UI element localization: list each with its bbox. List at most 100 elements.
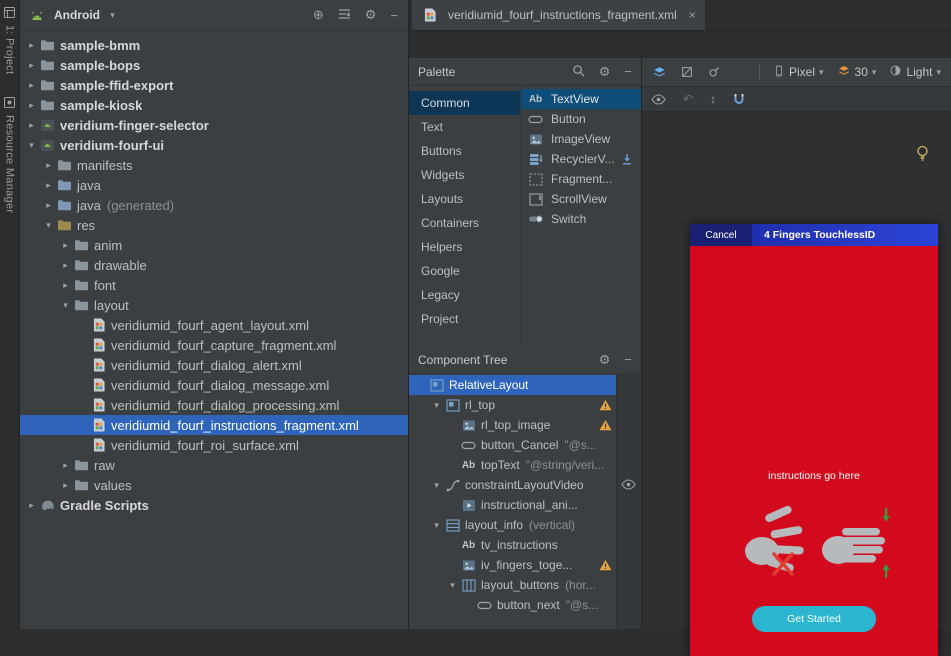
chevron-right-icon[interactable]: ▸ [58, 261, 73, 270]
color-picker-icon[interactable] [707, 65, 721, 79]
locate-file-icon[interactable]: ⊕ [313, 7, 324, 23]
chevron-right-icon[interactable]: ▸ [24, 121, 39, 130]
component-tv-instructions[interactable]: Abtv_instructions [409, 535, 617, 555]
chevron-down-icon[interactable]: ▾ [429, 481, 444, 490]
resource-manager-tool-button[interactable]: Resource Manager [0, 97, 19, 213]
hands-illustration[interactable] [734, 504, 894, 585]
chevron-right-icon[interactable]: ▸ [58, 481, 73, 490]
project-tree-item-veridiumid-fourf-roi-surface-xml[interactable]: veridiumid_fourf_roi_surface.xml [20, 435, 408, 455]
gear-icon[interactable]: ⚙ [599, 64, 611, 80]
project-tree-item-anim[interactable]: ▸anim [20, 235, 408, 255]
height-resize-icon[interactable]: ↕ [710, 92, 716, 106]
chevron-down-icon[interactable]: ▾ [58, 301, 73, 310]
preview-instructions-text[interactable]: instructions go here [690, 470, 938, 482]
blueprint-off-icon[interactable] [680, 65, 694, 79]
project-tree-item-veridium-finger-selector[interactable]: ▸veridium-finger-selector [20, 115, 408, 135]
project-view-selector[interactable]: Android [54, 8, 100, 22]
palette-item-fragment[interactable]: Fragment... [521, 169, 641, 189]
chevron-right-icon[interactable]: ▸ [24, 81, 39, 90]
chevron-down-icon[interactable]: ▾ [429, 401, 444, 410]
component-rl-top[interactable]: ▾rl_top [409, 395, 617, 415]
chevron-down-icon[interactable]: ▾ [445, 581, 460, 590]
palette-category-containers[interactable]: Containers [409, 211, 520, 235]
visibility-icon[interactable] [621, 479, 636, 490]
palette-category-text[interactable]: Text [409, 115, 520, 139]
palette-category-buttons[interactable]: Buttons [409, 139, 520, 163]
download-icon[interactable] [621, 153, 633, 165]
project-tree-item-veridiumid-fourf-agent-layout-xml[interactable]: veridiumid_fourf_agent_layout.xml [20, 315, 408, 335]
api-level-selector[interactable]: 30 ▾ [837, 64, 877, 80]
project-tree-item-sample-bops[interactable]: ▸sample-bops [20, 55, 408, 75]
palette-category-layouts[interactable]: Layouts [409, 187, 520, 211]
hide-panel-icon[interactable]: − [390, 8, 398, 23]
project-tree-item-veridiumid-fourf-dialog-processing-xml[interactable]: veridiumid_fourf_dialog_processing.xml [20, 395, 408, 415]
component-iv-fingers-toge[interactable]: iv_fingers_toge... [409, 555, 617, 575]
chevron-down-icon[interactable]: ▾ [105, 11, 120, 20]
component-button-cancel[interactable]: button_Cancel"@s... [409, 435, 617, 455]
project-tree-item-veridiumid-fourf-dialog-message-xml[interactable]: veridiumid_fourf_dialog_message.xml [20, 375, 408, 395]
device-selector[interactable]: Pixel ▾ [773, 64, 824, 81]
project-tree-item-manifests[interactable]: ▸manifests [20, 155, 408, 175]
project-tree-item-values[interactable]: ▸values [20, 475, 408, 495]
search-icon[interactable] [572, 64, 585, 80]
gear-icon[interactable]: ⚙ [599, 352, 611, 368]
chevron-right-icon[interactable]: ▸ [24, 101, 39, 110]
palette-category-common[interactable]: Common [409, 91, 520, 115]
project-tree-item-veridium-fourf-ui[interactable]: ▾veridium-fourf-ui [20, 135, 408, 155]
component-toptext[interactable]: AbtopText"@string/veri... [409, 455, 617, 475]
project-tree-item-gradle-scripts[interactable]: ▸Gradle Scripts [20, 495, 408, 515]
preview-cancel-button[interactable]: Cancel [690, 224, 752, 246]
chevron-down-icon[interactable]: ▾ [41, 221, 56, 230]
palette-category-google[interactable]: Google [409, 259, 520, 283]
magnet-icon[interactable] [733, 93, 745, 106]
project-tree-item-sample-bmm[interactable]: ▸sample-bmm [20, 35, 408, 55]
component-rl-top-image[interactable]: rl_top_image [409, 415, 617, 435]
palette-category-helpers[interactable]: Helpers [409, 235, 520, 259]
undo-icon[interactable]: ↶ [683, 92, 693, 106]
hide-panel-icon[interactable]: − [624, 64, 632, 79]
palette-category-project[interactable]: Project [409, 307, 520, 331]
component-instructional-ani[interactable]: instructional_ani... [409, 495, 617, 515]
editor-tab[interactable]: veridiumid_fourf_instructions_fragment.x… [412, 0, 706, 30]
palette-item-imageview[interactable]: ImageView [521, 129, 641, 149]
project-tree-item-veridiumid-fourf-dialog-alert-xml[interactable]: veridiumid_fourf_dialog_alert.xml [20, 355, 408, 375]
preview-header-title[interactable]: 4 Fingers TouchlessID [752, 224, 938, 246]
palette-item-recyclerv[interactable]: RecyclerV... [521, 149, 641, 169]
component-constraintlayoutvideo[interactable]: ▾constraintLayoutVideo [409, 475, 617, 495]
palette-item-textview[interactable]: AbTextView [521, 89, 641, 109]
preview-body[interactable]: instructions go here [690, 246, 938, 656]
project-tree-item-raw[interactable]: ▸raw [20, 455, 408, 475]
chevron-right-icon[interactable]: ▸ [24, 501, 39, 510]
phone-preview[interactable]: Cancel 4 Fingers TouchlessID instruction… [690, 224, 938, 656]
chevron-right-icon[interactable]: ▸ [41, 161, 56, 170]
component-layout-info[interactable]: ▾layout_info(vertical) [409, 515, 617, 535]
hide-panel-icon[interactable]: − [624, 352, 632, 367]
palette-item-scrollview[interactable]: ScrollView [521, 189, 641, 209]
design-canvas[interactable]: Cancel 4 Fingers TouchlessID instruction… [642, 111, 951, 630]
project-tree-item-sample-ffid-export[interactable]: ▸sample-ffid-export [20, 75, 408, 95]
design-blueprint-toggle-icon[interactable] [652, 65, 667, 79]
component-button-next[interactable]: button_next"@s... [409, 595, 617, 615]
gear-icon[interactable]: ⚙ [365, 7, 377, 23]
component-layout-buttons[interactable]: ▾layout_buttons(hor... [409, 575, 617, 595]
theme-selector[interactable]: Light ▾ [889, 64, 941, 80]
project-tree-item-font[interactable]: ▸font [20, 275, 408, 295]
project-tree-item-java-generated[interactable]: ▸java(generated) [20, 195, 408, 215]
chevron-right-icon[interactable]: ▸ [41, 181, 56, 190]
palette-category-widgets[interactable]: Widgets [409, 163, 520, 187]
chevron-right-icon[interactable]: ▸ [24, 41, 39, 50]
project-tree-item-java[interactable]: ▸java [20, 175, 408, 195]
palette-item-switch[interactable]: Switch [521, 209, 641, 229]
chevron-right-icon[interactable]: ▸ [41, 201, 56, 210]
chevron-right-icon[interactable]: ▸ [58, 281, 73, 290]
chevron-right-icon[interactable]: ▸ [58, 241, 73, 250]
project-tree-item-layout[interactable]: ▾layout [20, 295, 408, 315]
palette-item-button[interactable]: Button [521, 109, 641, 129]
project-tree-item-sample-kiosk[interactable]: ▸sample-kiosk [20, 95, 408, 115]
project-tree-item-veridiumid-fourf-instructions-fragment-xml[interactable]: veridiumid_fourf_instructions_fragment.x… [20, 415, 408, 435]
preview-get-started-button[interactable]: Get Started [752, 606, 876, 632]
chevron-down-icon[interactable]: ▾ [429, 521, 444, 530]
visibility-options-icon[interactable] [651, 94, 666, 105]
lightbulb-icon[interactable] [915, 145, 930, 165]
palette-category-legacy[interactable]: Legacy [409, 283, 520, 307]
